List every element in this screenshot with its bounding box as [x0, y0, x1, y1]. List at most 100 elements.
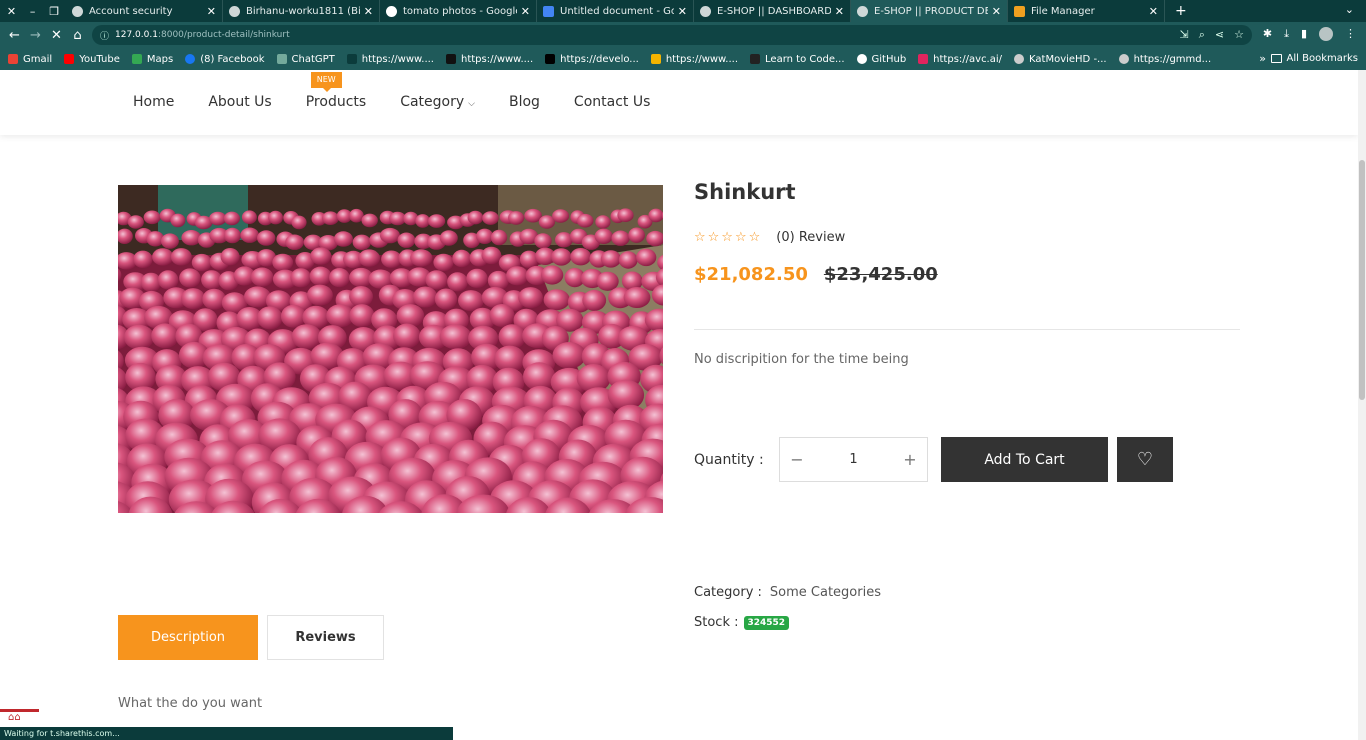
stock-badge: 324552 — [743, 615, 790, 630]
nav-blog[interactable]: Blog — [509, 94, 540, 110]
bookmark-star-icon[interactable]: ☆ — [1234, 28, 1244, 42]
tab-reviews[interactable]: Reviews — [267, 615, 384, 660]
original-price: $23,425.00 — [823, 264, 938, 285]
more-bookmarks-icon[interactable]: » — [1259, 52, 1266, 65]
nav-products-label: Products — [305, 94, 367, 110]
review-count[interactable]: (0) Review — [776, 230, 845, 245]
browser-tab-strip: ✕ – ❐ Account security ✕ Birhanu-worku18… — [0, 0, 1366, 22]
minimize-window-icon[interactable]: – — [30, 5, 36, 18]
download-icon[interactable]: ⤓ — [1284, 27, 1289, 41]
bookmark-link[interactable]: https://develo... — [545, 54, 639, 65]
bookmark-link[interactable]: Learn to Code... — [750, 54, 845, 65]
bookmark-maps[interactable]: Maps — [131, 54, 173, 65]
browser-tab[interactable]: Untitled document - Goo ✕ — [537, 0, 694, 22]
share-icon[interactable]: ⋖ — [1215, 28, 1224, 42]
bookmark-link[interactable]: https://www.... — [346, 53, 434, 65]
chatgpt-icon — [276, 54, 287, 64]
main-menu: Home About Us NEW Products Category ⌵ Blog… — [133, 72, 684, 110]
url-bar[interactable]: ⓘ 127.0.0.1:8000/product-detail/shinkurt… — [92, 25, 1252, 45]
bookmark-label: https://gmmd... — [1133, 53, 1212, 65]
nav-category[interactable]: Category ⌵ — [400, 94, 475, 110]
site-navigation: Home About Us NEW Products Category ⌵ Blog… — [0, 70, 1358, 135]
close-tab-icon[interactable]: ✕ — [835, 5, 844, 18]
wishlist-button[interactable]: ♡ — [1117, 437, 1173, 482]
file-manager-icon — [1014, 5, 1025, 17]
quantity-input[interactable]: 1 — [849, 452, 857, 467]
google-docs-icon — [543, 5, 554, 17]
youtube-icon — [64, 54, 75, 64]
bookmark-site-icon — [445, 54, 456, 64]
product-tabs: Description Reviews — [118, 615, 384, 660]
bookmark-site-icon — [346, 54, 357, 64]
plus-icon[interactable]: + — [903, 450, 917, 469]
tab-label: Untitled document - Goo — [560, 5, 674, 17]
gmail-icon — [8, 54, 18, 64]
browser-tab[interactable]: tomato photos - Google ✕ — [380, 0, 537, 22]
close-tab-icon[interactable]: ✕ — [207, 5, 216, 18]
new-badge: NEW — [310, 72, 342, 92]
nav-products[interactable]: NEW Products — [305, 72, 367, 110]
stop-loading-icon[interactable]: ✕ — [46, 28, 67, 43]
bookmark-link[interactable]: KatMovieHD -... — [1014, 54, 1107, 65]
home-icon[interactable]: ⌂ — [67, 28, 88, 43]
bookmark-gmail[interactable]: Gmail — [8, 54, 52, 65]
close-tab-icon[interactable]: ✕ — [1149, 5, 1158, 18]
close-tab-icon[interactable]: ✕ — [992, 5, 1001, 18]
bookmark-chatgpt[interactable]: ChatGPT — [276, 53, 335, 65]
nav-about-us[interactable]: About Us — [208, 94, 271, 110]
bookmark-site-icon — [545, 54, 556, 64]
zoom-icon[interactable]: ⌕ — [1199, 28, 1205, 42]
browser-tab[interactable]: E-SHOP || DASHBOARD ✕ — [694, 0, 851, 22]
browser-toolbar-right: ✱ ⤓ ▮ ⋮ — [1263, 27, 1356, 41]
close-tab-icon[interactable]: ✕ — [521, 5, 530, 18]
tab-description[interactable]: Description — [118, 615, 258, 660]
browser-tab[interactable]: Account security ✕ — [66, 0, 223, 22]
heart-icon: ♡ — [1136, 449, 1154, 470]
product-image — [118, 185, 663, 513]
bookmark-label: https://develo... — [560, 53, 639, 65]
minus-icon[interactable]: − — [790, 450, 804, 469]
profile-avatar-icon[interactable] — [1319, 27, 1333, 41]
new-tab-icon[interactable]: + — [1175, 3, 1187, 19]
back-icon[interactable]: ← — [4, 28, 25, 43]
close-tab-icon[interactable]: ✕ — [678, 5, 687, 18]
browser-tab[interactable]: Birhanu-worku1811 (Birh ✕ — [223, 0, 380, 22]
extensions-icon[interactable]: ✱ — [1263, 27, 1272, 41]
nav-contact-us[interactable]: Contact Us — [574, 94, 650, 110]
bookmark-label: (8) Facebook — [200, 53, 265, 65]
bookmark-facebook[interactable]: (8) Facebook — [185, 53, 265, 65]
bookmark-link[interactable]: https://gmmd... — [1118, 53, 1212, 65]
site-info-icon[interactable]: ⓘ — [100, 29, 109, 42]
bookmark-label: https://www.... — [665, 53, 739, 65]
bookmark-label: https://avc.ai/ — [933, 53, 1003, 65]
bookmark-link[interactable]: https://www.... — [650, 53, 739, 65]
bookmark-youtube[interactable]: YouTube — [64, 54, 120, 65]
page-scrollbar[interactable] — [1358, 70, 1366, 740]
chat-widget-icon[interactable]: ⌂⌂ — [0, 709, 39, 727]
bookmark-link[interactable]: https://www.... — [445, 53, 534, 65]
add-to-cart-button[interactable]: Add To Cart — [941, 437, 1108, 482]
bookmark-label: Gmail — [23, 53, 53, 65]
stock-row: Stock : 324552 — [694, 615, 790, 630]
quantity-label: Quantity : — [694, 451, 764, 468]
bookmark-site-icon — [750, 54, 761, 64]
browser-menu-icon[interactable]: ⋮ — [1345, 27, 1356, 41]
side-panel-icon[interactable]: ▮ — [1301, 27, 1307, 41]
browser-tab-active[interactable]: E-SHOP || PRODUCT DETA ✕ — [851, 0, 1008, 22]
bookmark-label: https://www.... — [460, 53, 534, 65]
forward-icon[interactable]: → — [25, 28, 46, 43]
bookmark-label: ChatGPT — [291, 53, 335, 65]
bookmark-github[interactable]: GitHub — [856, 54, 906, 65]
close-tab-icon[interactable]: ✕ — [364, 5, 373, 18]
install-app-icon[interactable]: ⇲ — [1180, 28, 1189, 42]
restore-window-icon[interactable]: ❐ — [49, 5, 59, 18]
bookmark-label: https://www.... — [361, 53, 434, 65]
close-window-icon[interactable]: ✕ — [7, 5, 16, 18]
browser-tab[interactable]: File Manager ✕ — [1008, 0, 1165, 22]
all-bookmarks-button[interactable]: All Bookmarks — [1270, 53, 1358, 64]
onion-pile-illustration — [118, 185, 663, 513]
bookmark-link[interactable]: https://avc.ai/ — [918, 54, 1002, 65]
nav-home[interactable]: Home — [133, 94, 174, 110]
scroll-thumb[interactable] — [1359, 160, 1365, 400]
tab-search-icon[interactable]: ⌄ — [1345, 3, 1354, 16]
